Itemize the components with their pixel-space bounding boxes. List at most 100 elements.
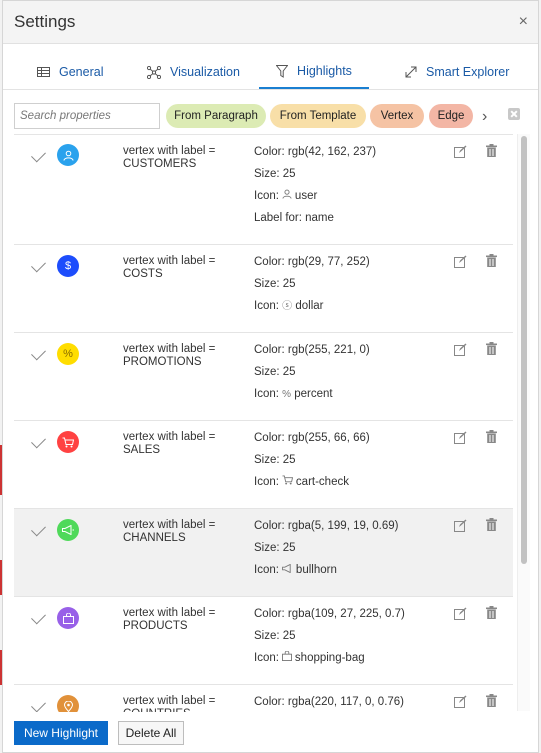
filter-icon [276,64,289,78]
highlight-row[interactable]: vertex with label = COUNTRIES Color: rgb… [14,685,513,712]
dialog-titlebar: Settings × [3,1,538,44]
check-icon [31,697,46,712]
size-value: Size: 25 [254,278,296,290]
bullhorn-icon [282,563,296,576]
check-icon [31,609,46,625]
color-value: Color: rgba(5, 199, 19, 0.69) [254,520,399,532]
highlight-label: vertex with label = COSTS [123,255,216,280]
tab-visualization[interactable]: Visualization [147,55,240,89]
settings-tabs: General Visualization Highlights Smart E… [3,55,538,90]
size-value: Size: 25 [254,454,296,466]
cart-check-icon [282,475,296,488]
chip-from-paragraph[interactable]: From Paragraph [166,104,266,128]
highlight-row[interactable]: vertex with label = CHANNELS Color: rgba… [14,509,513,597]
user-icon [57,144,79,166]
close-icon[interactable]: × [519,13,528,31]
cart-check-icon [57,431,79,453]
highlights-toolbar: From Paragraph From Template Vertex Edge… [14,103,527,131]
highlight-label: vertex with label = COUNTRIES [123,695,216,712]
icon-value: Icon: ⓢ dollar [254,300,324,312]
edit-icon[interactable] [454,145,467,163]
settings-dialog: Settings × General Visualization Highlig… [2,0,539,753]
chip-from-template[interactable]: From Template [270,104,366,128]
trash-icon[interactable] [486,694,497,712]
edit-icon[interactable] [454,695,467,712]
clear-icon[interactable] [508,108,520,120]
check-icon [31,433,46,449]
dialog-title: Settings [14,12,76,31]
check-icon [31,345,46,361]
color-value: Color: rgb(255, 221, 0) [254,344,370,356]
highlight-label: vertex with label = CHANNELS [123,519,216,544]
tab-label: Highlights [297,64,352,78]
color-value: Color: rgba(220, 117, 0, 0.76) [254,696,405,708]
highlight-row[interactable]: vertex with label = CUSTOMERS Color: rgb… [14,135,513,245]
check-icon [31,257,46,273]
edit-icon[interactable] [454,255,467,273]
bullhorn-icon [57,519,79,541]
edit-icon[interactable] [454,343,467,361]
edit-icon[interactable] [454,519,467,537]
highlight-label: vertex with label = PROMOTIONS [123,343,216,368]
color-value: Color: rgba(109, 27, 225, 0.7) [254,608,405,620]
chip-vertex[interactable]: Vertex [370,104,424,128]
check-icon [31,147,46,163]
tab-label: General [59,65,104,79]
shopping-bag-icon [282,650,295,664]
tab-smart-explorer[interactable]: Smart Explorer [405,55,509,89]
highlight-props: Color: rgb(29, 77, 252) Size: 25 Icon: ⓢ… [254,255,370,321]
check-icon [31,521,46,537]
highlight-props: Color: rgb(42, 162, 237) Size: 25 Icon: … [254,145,376,233]
highlight-props: Color: rgba(109, 27, 225, 0.7) Size: 25 … [254,607,405,673]
tab-general[interactable]: General [37,55,103,89]
trash-icon[interactable] [486,144,497,162]
highlight-row[interactable]: $ vertex with label = COSTS Color: rgb(2… [14,245,513,333]
trash-icon[interactable] [486,254,497,272]
color-value: Color: rgb(255, 66, 66) [254,432,370,444]
icon-value: Icon: shopping-bag [254,650,365,664]
highlight-label: vertex with label = PRODUCTS [123,607,216,632]
user-icon [282,189,295,202]
highlight-label: vertex with label = SALES [123,431,216,456]
highlight-props: Color: rgb(255, 66, 66) Size: 25 Icon: c… [254,431,370,497]
edit-icon[interactable] [454,607,467,625]
size-value: Size: 25 [254,542,296,554]
delete-all-button[interactable]: Delete All [118,721,184,745]
new-highlight-button[interactable]: New Highlight [14,721,108,745]
size-value: Size: 25 [254,366,296,378]
size-value: Size: 25 [254,168,296,180]
edit-icon[interactable] [454,431,467,449]
icon-value: Icon: % percent [254,388,333,400]
highlight-props: Color: rgb(255, 221, 0) Size: 25 Icon: %… [254,343,370,409]
highlights-list: vertex with label = CUSTOMERS Color: rgb… [14,134,513,712]
highlight-label: vertex with label = CUSTOMERS [123,145,216,170]
search-input[interactable] [14,103,160,129]
table-icon [37,67,50,77]
map-marker-icon [57,695,79,712]
chip-edge[interactable]: Edge [429,104,473,128]
icon-value: Icon: user [254,189,318,202]
scrollbar-thumb[interactable] [521,136,527,564]
expand-icon [405,66,417,78]
icon-value: Icon: cart-check [254,475,349,488]
highlight-props: Color: rgba(220, 117, 0, 0.76) [254,695,404,712]
trash-icon[interactable] [486,430,497,448]
color-value: Color: rgb(42, 162, 237) [254,146,377,158]
trash-icon[interactable] [486,342,497,360]
highlight-row[interactable]: vertex with label = PRODUCTS Color: rgba… [14,597,513,685]
shopping-bag-icon [57,607,79,629]
percent-icon: % [57,343,79,365]
highlight-props: Color: rgba(5, 199, 19, 0.69) Size: 25 I… [254,519,398,585]
trash-icon[interactable] [486,606,497,624]
dollar-icon: ⓢ [282,301,293,312]
chevron-right-icon[interactable]: › [482,108,487,126]
tab-highlights[interactable]: Highlights [259,55,369,89]
trash-icon[interactable] [486,518,497,536]
highlight-row[interactable]: % vertex with label = PROMOTIONS Color: … [14,333,513,421]
percent-icon: % [282,389,292,400]
size-value: Size: 25 [254,630,296,642]
dollar-icon: $ [57,255,79,277]
list-scrollbar[interactable] [517,134,530,711]
highlight-row[interactable]: vertex with label = SALES Color: rgb(255… [14,421,513,509]
label-for-value: Label for: name [254,212,334,224]
